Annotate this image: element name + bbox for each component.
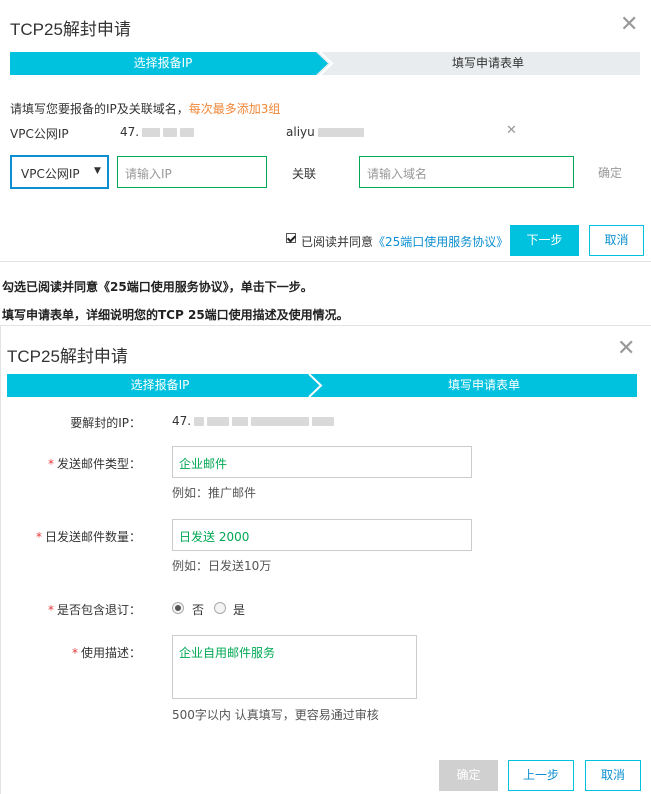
daily-count-label-text: 日发送邮件数量： — [44, 530, 141, 544]
ip-type-value: VPC公网IP — [21, 167, 80, 181]
agree-checkbox[interactable] — [286, 233, 296, 243]
redacted-mark — [251, 417, 310, 426]
step-arrow-icon — [308, 374, 323, 397]
step-fill-form: 填写申请表单 — [451, 56, 524, 70]
confirm-button[interactable]: 确定 — [439, 760, 498, 791]
instruction-limit: 每次最多添加3组 — [188, 102, 281, 116]
mail-type-label: * 发送邮件类型： — [47, 457, 141, 471]
ip-input-placeholder: 请输入IP — [125, 167, 172, 181]
daily-count-input[interactable]: 日发送 2000 — [172, 519, 472, 551]
entry-type: VPC公网IP — [10, 127, 69, 141]
ip-input[interactable]: 请输入IP — [117, 156, 267, 188]
instruction-step-agree: 勾选已阅读并同意《25端口使用服务协议》，单击下一步。 — [2, 280, 313, 294]
daily-count-value: 日发送 2000 — [179, 530, 250, 544]
mail-type-value: 企业邮件 — [179, 457, 228, 471]
description-label: * 使用描述： — [71, 646, 141, 660]
ip-label: 要解封的IP： — [70, 416, 141, 430]
radio-yes[interactable] — [214, 602, 226, 614]
radio-yes-label: 是 — [233, 603, 246, 617]
description-value: 企业自用邮件服务 — [179, 646, 276, 660]
caret-down-icon: ▼ — [94, 166, 101, 176]
step-select-ip: 选择报备IP — [10, 52, 316, 75]
remove-entry-icon[interactable]: ✕ — [506, 124, 517, 137]
redacted-mark — [207, 417, 230, 426]
instruction-main: 请填写您要报备的IP及关联域名， — [10, 102, 189, 116]
instruction-step-form: 填写申请表单，详细说明您的TCP 25端口使用描述及使用情况。 — [2, 308, 349, 322]
radio-no-label: 否 — [192, 603, 205, 617]
prev-button[interactable]: 上一步 — [508, 760, 574, 791]
daily-count-hint: 例如：日发送10万 — [172, 559, 272, 573]
entry-ip: 47. — [120, 125, 195, 139]
dialog-title: TCP25解封申请 — [10, 20, 131, 39]
description-textarea[interactable]: 企业自用邮件服务 — [172, 635, 417, 699]
redacted-mark — [180, 128, 195, 137]
daily-count-label: * 日发送邮件数量： — [35, 530, 141, 544]
agree-text: 已阅读并同意《25端口使用服务协议》 — [301, 233, 508, 250]
unsubscribe-label-text: 是否包含退订： — [56, 603, 141, 617]
ip-value: 47. — [172, 414, 335, 428]
unsubscribe-label: * 是否包含退订： — [47, 603, 141, 617]
redacted-mark — [194, 417, 205, 426]
confirm-entry-button[interactable]: 确定 — [598, 164, 622, 181]
cancel-button[interactable]: 取消 — [589, 225, 644, 256]
mail-type-label-text: 发送邮件类型： — [56, 457, 141, 471]
radio-no[interactable] — [172, 602, 184, 614]
mail-type-input[interactable]: 企业邮件 — [172, 446, 472, 478]
step-arrow-icon — [316, 52, 334, 75]
dialog-select-ip: TCP25解封申请 ✕ 选择报备IP 填写申请表单 请填写您要报备的IP及关联域… — [0, 0, 651, 262]
redacted-mark — [142, 128, 161, 137]
step-select-ip: 选择报备IP — [7, 374, 313, 397]
description-hint: 500字以内 认真填写，更容易通过审核 — [172, 708, 379, 722]
dialog-fill-form: TCP25解封申请 ✕ 选择报备IP 填写申请表单 要解封的IP： 47. * 发… — [0, 325, 651, 794]
domain-input[interactable]: 请输入域名 — [359, 156, 574, 188]
instruction-text: 请填写您要报备的IP及关联域名，每次最多添加3组 — [10, 100, 280, 117]
close-icon[interactable]: ✕ — [617, 338, 635, 360]
ip-type-select[interactable]: VPC公网IP ▼ — [10, 155, 109, 189]
agreement-link[interactable]: 《25端口使用服务协议》 — [373, 235, 508, 249]
entry-domain-prefix: aliyu — [286, 125, 315, 139]
step-indicator: 选择报备IP 填写申请表单 — [10, 52, 640, 75]
cancel-button[interactable]: 取消 — [585, 760, 641, 791]
redacted-mark — [232, 417, 249, 426]
domain-input-placeholder: 请输入域名 — [367, 167, 428, 181]
ip-value-prefix: 47. — [172, 414, 192, 428]
entry-ip-prefix: 47. — [120, 125, 140, 139]
close-icon[interactable]: ✕ — [620, 14, 638, 36]
redacted-mark — [312, 417, 335, 426]
link-label: 关联 — [292, 167, 317, 181]
redacted-mark — [317, 128, 364, 137]
description-label-text: 使用描述： — [80, 646, 141, 660]
dialog-title: TCP25解封申请 — [7, 347, 128, 366]
redacted-mark — [163, 128, 178, 137]
next-button[interactable]: 下一步 — [510, 225, 579, 256]
step-fill-form: 填写申请表单 — [331, 374, 637, 397]
mail-type-hint: 例如：推广邮件 — [172, 486, 257, 500]
agree-label: 已阅读并同意 — [301, 235, 374, 249]
step-indicator: 选择报备IP 填写申请表单 — [7, 374, 637, 397]
entry-domain: aliyu — [286, 125, 364, 139]
